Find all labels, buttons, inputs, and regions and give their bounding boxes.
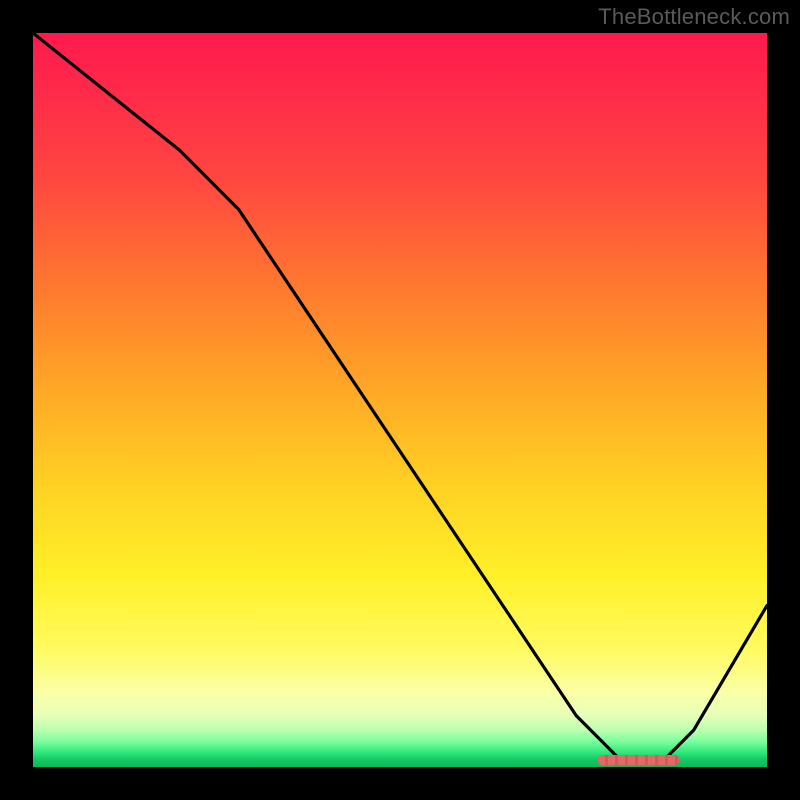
plot-area: [33, 33, 767, 767]
optimal-range-marker: [598, 755, 679, 765]
watermark-text: TheBottleneck.com: [598, 4, 790, 30]
curve-path: [33, 33, 767, 760]
bottleneck-curve: [33, 33, 767, 767]
chart-frame: TheBottleneck.com: [0, 0, 800, 800]
